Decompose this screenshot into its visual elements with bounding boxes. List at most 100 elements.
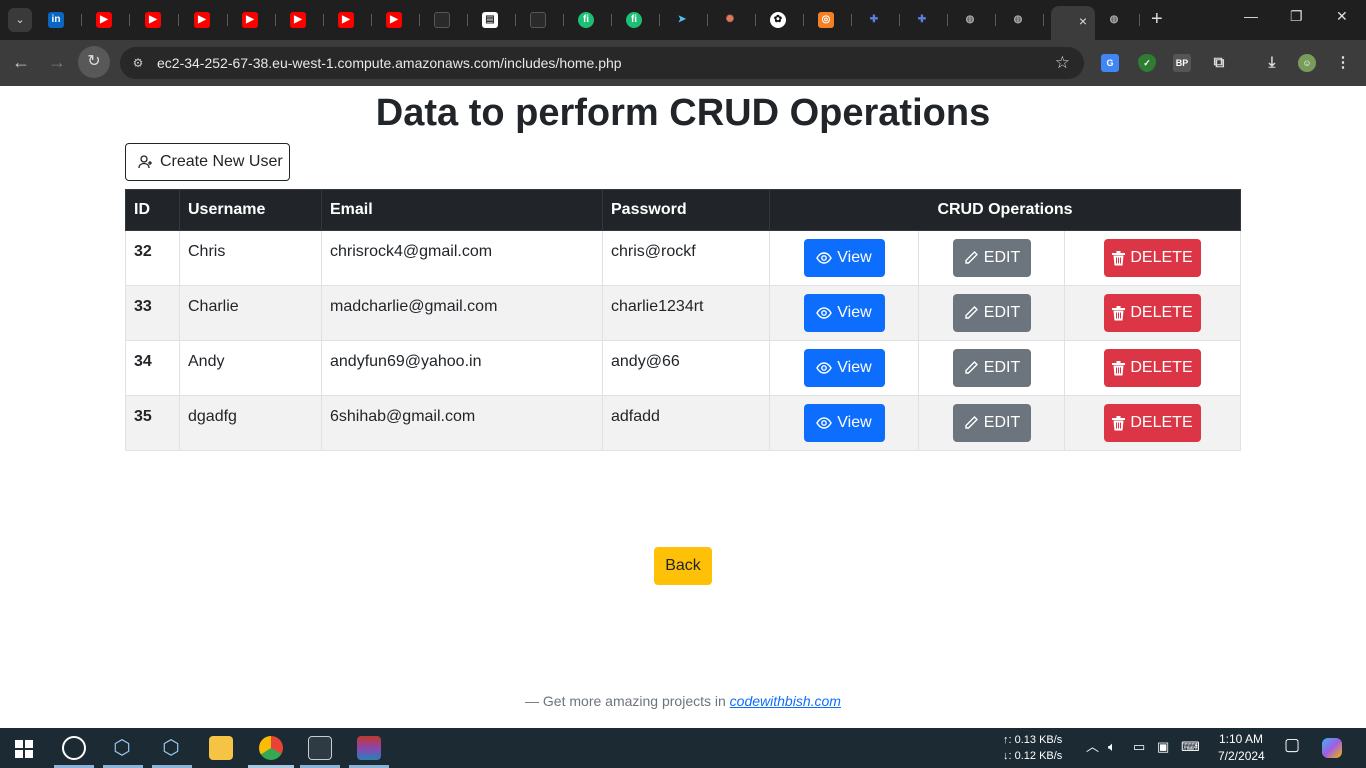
avatar[interactable]: ☺ xyxy=(1298,54,1316,72)
footer-link[interactable]: codewithbish.com xyxy=(730,693,841,709)
tab-chatgpt[interactable]: ✿ xyxy=(762,6,808,34)
bp-extension-icon[interactable]: BP xyxy=(1173,54,1191,72)
site-info-icon[interactable]: ⚙ xyxy=(130,55,146,71)
tab-search-button[interactable]: ⌄ xyxy=(8,8,32,32)
column-header-email: Email xyxy=(321,189,603,231)
tab-youtube[interactable]: ▶ xyxy=(378,6,424,34)
tab-youtube[interactable]: ▶ xyxy=(186,6,232,34)
document-icon: ▤ xyxy=(482,12,498,28)
delete-button[interactable]: DELETE xyxy=(1104,404,1201,442)
tab-youtube[interactable]: ▶ xyxy=(88,6,134,34)
tab-globe[interactable]: ◍ xyxy=(1098,6,1144,34)
url-text[interactable]: ec2-34-252-67-38.eu-west-1.compute.amazo… xyxy=(157,55,622,71)
tab-orange[interactable]: ◎ xyxy=(810,6,856,34)
restore-icon[interactable]: ❐ xyxy=(1290,8,1303,25)
tab-youtube[interactable]: ▶ xyxy=(234,6,280,34)
table-row: 35 dgadfg 6shihab@gmail.com adfadd View … xyxy=(125,395,1241,451)
clock-date[interactable]: 7/2/2024 xyxy=(1218,749,1265,763)
speaker-icon[interactable]: 🔈︎ xyxy=(1108,740,1116,754)
tab-extension[interactable]: ✚ xyxy=(906,6,952,34)
menu-kebab-icon[interactable]: ⋮ xyxy=(1334,54,1352,72)
edit-button[interactable]: EDIT xyxy=(952,349,1031,387)
clock-time[interactable]: 1:10 AM xyxy=(1219,732,1263,746)
tab-fiverr[interactable]: fi xyxy=(618,6,664,34)
edit-button[interactable]: EDIT xyxy=(952,239,1031,277)
youtube-icon: ▶ xyxy=(290,12,306,28)
delete-button[interactable]: DELETE xyxy=(1104,294,1201,332)
window-close-icon[interactable]: ✕ xyxy=(1336,8,1348,25)
delete-button[interactable]: DELETE xyxy=(1104,349,1201,387)
tab-linkedin[interactable]: in xyxy=(40,6,86,34)
delete-button[interactable]: DELETE xyxy=(1104,239,1201,277)
translate-icon[interactable]: G xyxy=(1101,54,1119,72)
tray-chevron-icon[interactable]: ︿ xyxy=(1086,740,1099,754)
windows-start-icon[interactable] xyxy=(15,740,33,758)
notification-icon[interactable]: ▢ xyxy=(1284,736,1300,753)
chatgpt-icon: ✿ xyxy=(770,12,786,28)
app-icon[interactable] xyxy=(62,736,86,760)
tab-claude[interactable]: ✺ xyxy=(714,6,760,34)
youtube-icon: ▶ xyxy=(194,12,210,28)
tab-youtube[interactable]: ▶ xyxy=(282,6,328,34)
edit-label: EDIT xyxy=(983,249,1021,266)
extensions-puzzle-icon[interactable]: ⧉ xyxy=(1210,54,1228,72)
cell-id: 32 xyxy=(125,230,180,286)
image-viewer-icon[interactable] xyxy=(308,736,332,760)
virtualbox-icon[interactable]: ⬡ xyxy=(159,736,183,760)
tab-document[interactable]: ▤ xyxy=(474,6,520,34)
file-explorer-icon[interactable] xyxy=(209,736,233,760)
chrome-icon[interactable] xyxy=(259,736,283,760)
create-new-user-button[interactable]: Create New User xyxy=(125,143,290,181)
tab-fiverr[interactable]: fi xyxy=(570,6,616,34)
eye-icon xyxy=(816,362,833,374)
tab-globe[interactable]: ◍ xyxy=(1002,6,1048,34)
view-button[interactable]: View xyxy=(803,349,885,387)
download-icon[interactable]: ⤓ xyxy=(1263,54,1281,72)
forward-arrow-icon[interactable]: → xyxy=(48,52,66,72)
cell-id: 34 xyxy=(125,340,180,396)
table-row: 34 Andy andyfun69@yahoo.in andy@66 View … xyxy=(125,340,1241,396)
youtube-icon: ▶ xyxy=(96,12,112,28)
address-bar[interactable]: ⚙ ec2-34-252-67-38.eu-west-1.compute.ama… xyxy=(120,47,1084,79)
cell-delete: DELETE xyxy=(1064,230,1241,286)
tab-send[interactable]: ➤ xyxy=(666,6,712,34)
back-arrow-icon[interactable]: ← xyxy=(12,52,30,72)
shield-icon[interactable]: ✓ xyxy=(1138,54,1156,72)
cell-view: View xyxy=(769,230,919,286)
network-icon[interactable]: ▣ xyxy=(1157,740,1169,754)
cell-view: View xyxy=(769,285,919,341)
keyboard-icon[interactable]: ⌨ xyxy=(1181,740,1200,754)
view-label: View xyxy=(837,414,872,431)
delete-label: DELETE xyxy=(1130,359,1193,376)
tab-active[interactable]: × xyxy=(1051,6,1095,40)
virtualbox-icon[interactable]: ⬡ xyxy=(110,736,134,760)
cell-delete: DELETE xyxy=(1064,285,1241,341)
tab-github[interactable] xyxy=(426,6,472,34)
trash-icon xyxy=(1112,305,1126,320)
edit-label: EDIT xyxy=(983,414,1021,431)
back-button[interactable]: Back xyxy=(654,547,712,585)
tab-youtube[interactable]: ▶ xyxy=(330,6,376,34)
device-icon[interactable]: ▭ xyxy=(1133,740,1145,754)
create-new-user-label: Create New User xyxy=(160,153,283,170)
tab-youtube[interactable]: ▶ xyxy=(137,6,183,34)
edit-button[interactable]: EDIT xyxy=(952,404,1031,442)
view-button[interactable]: View xyxy=(803,294,885,332)
new-tab-button[interactable]: + xyxy=(1151,8,1163,30)
winrar-icon[interactable] xyxy=(357,736,381,760)
github-icon xyxy=(434,12,450,28)
edit-button[interactable]: EDIT xyxy=(952,294,1031,332)
minimize-icon[interactable]: — xyxy=(1244,8,1258,24)
tab-github[interactable] xyxy=(522,6,568,34)
view-button[interactable]: View xyxy=(803,404,885,442)
cell-password: charlie1234rt xyxy=(602,285,770,341)
bookmark-star-icon[interactable]: ☆ xyxy=(1055,53,1070,73)
cell-delete: DELETE xyxy=(1064,395,1241,451)
delete-label: DELETE xyxy=(1130,304,1193,321)
view-button[interactable]: View xyxy=(803,239,885,277)
tab-globe[interactable]: ◍ xyxy=(954,6,1000,34)
tab-close-icon[interactable]: × xyxy=(1079,13,1087,29)
copilot-icon[interactable] xyxy=(1322,738,1342,758)
reload-icon[interactable]: ↻ xyxy=(78,46,110,78)
tab-extension[interactable]: ✚ xyxy=(858,6,904,34)
